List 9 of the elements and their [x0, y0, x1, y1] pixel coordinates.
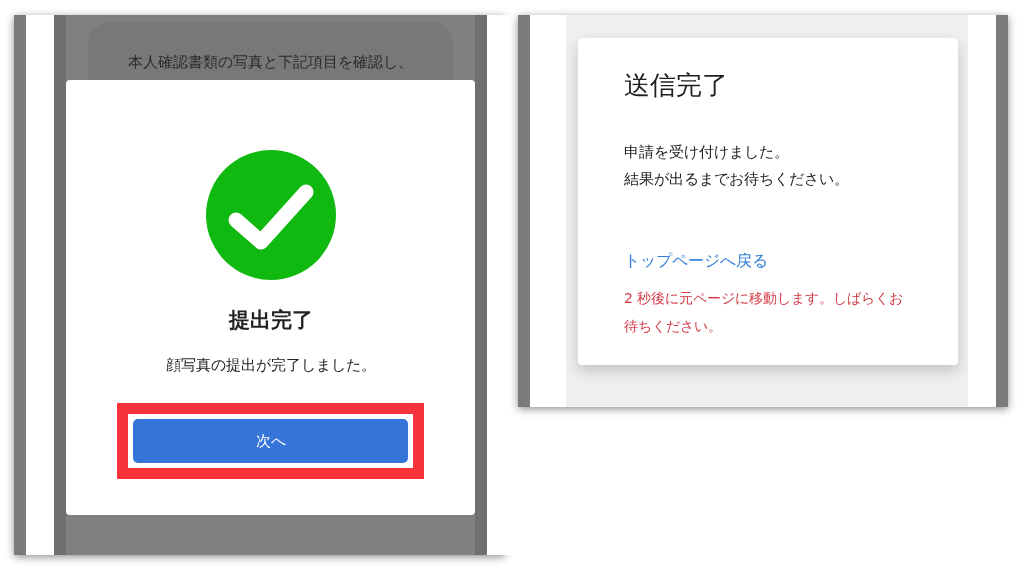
card-message: 申請を受け付けました。 結果が出るまでお待ちください。	[624, 142, 850, 190]
card-title: 送信完了	[624, 69, 729, 102]
check-circle-icon	[205, 150, 336, 280]
next-button[interactable]: 次へ	[133, 419, 408, 463]
top-page-link[interactable]: トップページへ戻る	[624, 251, 928, 272]
redirect-notice: 2 秒後に元ページに移動します。しばらくお待ちください。	[624, 289, 905, 336]
dialog-message: 顔写真の提出が完了しました。	[165, 356, 376, 375]
dialog-title: 提出完了	[228, 307, 313, 334]
instruction-text: 本人確認書類の写真と下記項目を確認し、	[128, 53, 413, 71]
